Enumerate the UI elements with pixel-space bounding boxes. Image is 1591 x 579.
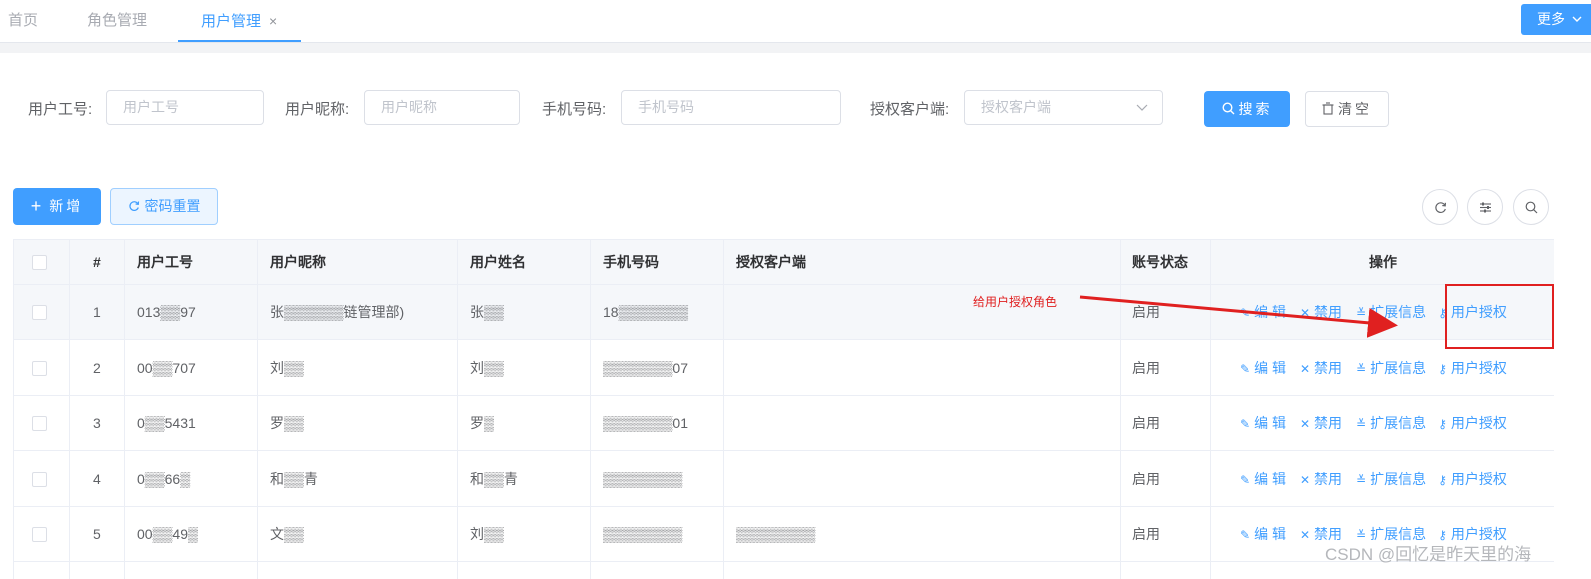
watermark: CSDN @回忆是昨天里的海 (1325, 545, 1532, 564)
annotation-highlight-box (1445, 284, 1554, 349)
annotation-arrow (1079, 295, 1398, 338)
